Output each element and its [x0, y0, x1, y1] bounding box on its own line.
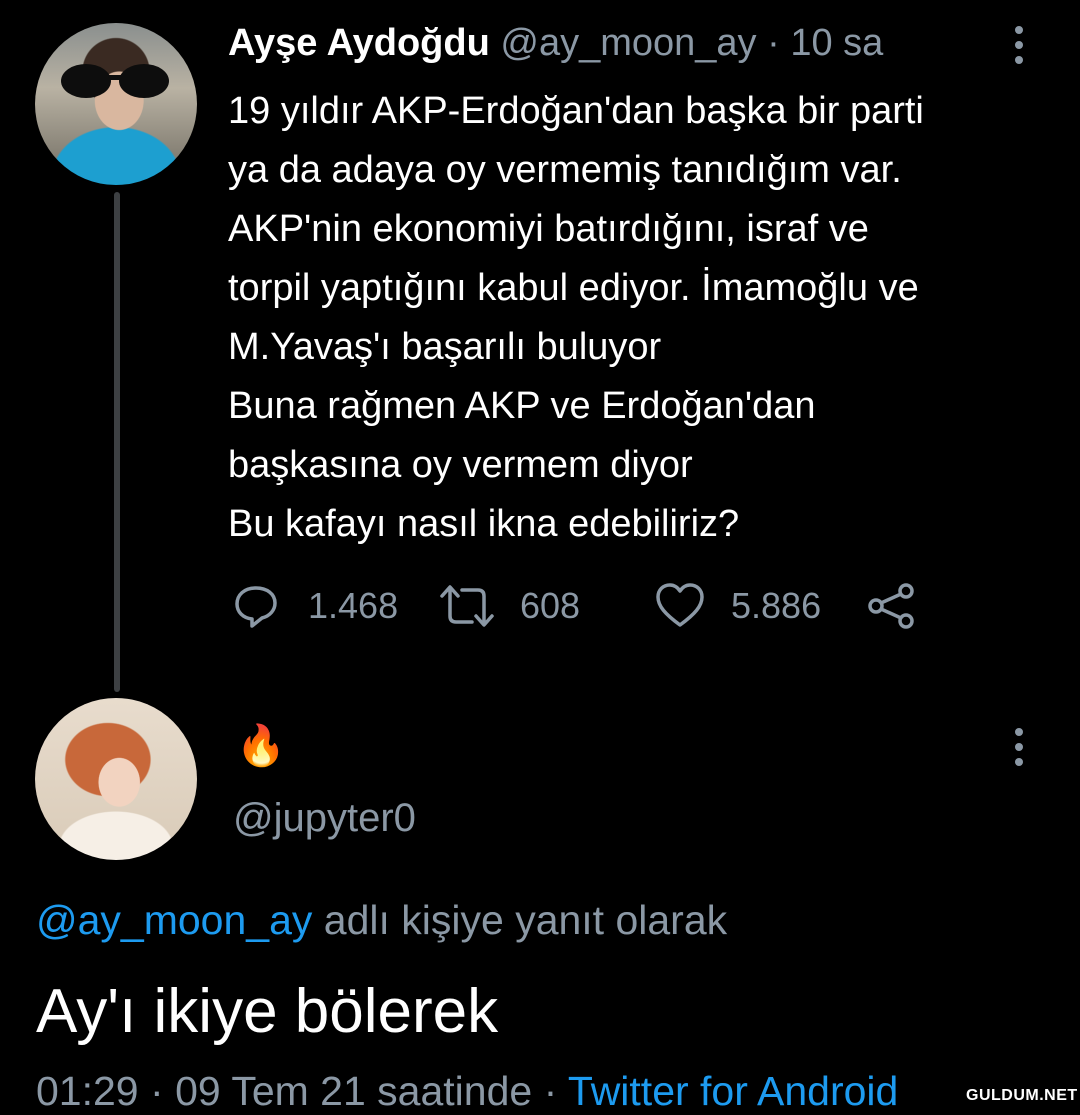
- tweet-header: Ayşe Aydoğdu @ay_moon_ay · 10 sa: [228, 22, 883, 65]
- header-separator: ·: [767, 22, 780, 64]
- tweet-text-line: Bu kafayı nasıl ikna edebiliriz?: [228, 503, 740, 545]
- like-action[interactable]: 5.886: [655, 578, 821, 634]
- reply-author-avatar[interactable]: [35, 698, 197, 860]
- reply-display-name-fire-emoji[interactable]: 🔥: [236, 722, 286, 769]
- tweet-text-line: 19 yıldır AKP-Erdoğan'dan başka bir part…: [228, 90, 924, 132]
- watermark: GULDUM.NET: [966, 1087, 1078, 1104]
- sunglasses-graphic: [61, 64, 169, 98]
- like-count: 5.886: [731, 585, 822, 626]
- reply-author-handle[interactable]: @jupyter0: [233, 796, 416, 841]
- tweet-text-line: AKP'nin ekonomiyi batırdığını, israf ve: [228, 208, 869, 250]
- reply-count: 1.468: [308, 585, 399, 626]
- retweet-action[interactable]: 608: [438, 578, 580, 634]
- author-name[interactable]: Ayşe Aydoğdu: [228, 22, 490, 64]
- more-vertical-icon[interactable]: [1015, 26, 1025, 71]
- thread-connector-line: [114, 192, 120, 692]
- reply-time[interactable]: 01:29: [36, 1068, 139, 1114]
- author-handle[interactable]: @ay_moon_ay: [500, 22, 756, 64]
- tweet-time-ago[interactable]: 10 sa: [790, 22, 883, 64]
- heart-icon: [656, 583, 704, 627]
- meta-separator: ·: [150, 1068, 164, 1114]
- reply-to-handle-link[interactable]: @ay_moon_ay: [36, 897, 312, 943]
- reply-source-link[interactable]: Twitter for Android: [568, 1068, 898, 1114]
- reply-context: @ay_moon_ay adlı kişiye yanıt olarak: [36, 897, 727, 944]
- tweet-text-line: Buna rağmen AKP ve Erdoğan'dan: [228, 385, 816, 427]
- tweet-text-line: başkasına oy vermem diyor: [228, 444, 693, 486]
- tweet-text-line: M.Yavaş'ı başarılı buluyor: [228, 326, 662, 368]
- retweet-count: 608: [520, 585, 581, 626]
- reply-action[interactable]: 1.468: [232, 578, 398, 634]
- meta-separator: ·: [543, 1068, 558, 1114]
- reply-text: Ay'ı ikiye bölerek: [36, 977, 499, 1046]
- retweet-icon: [440, 585, 494, 627]
- reply-bubble-icon: [235, 586, 277, 628]
- reply-date[interactable]: 09 Tem 21 saatinde: [175, 1068, 532, 1114]
- tweet-text-line: ya da adaya oy vermemiş tanıdığım var.: [228, 149, 902, 191]
- author-avatar[interactable]: [35, 23, 197, 185]
- tweet-text-line: torpil yaptığını kabul ediyor. İmamoğlu …: [228, 267, 919, 309]
- share-action[interactable]: [866, 578, 916, 634]
- reply-to-suffix: adlı kişiye yanıt olarak: [312, 897, 728, 943]
- reply-meta: 01:29 · 09 Tem 21 saatinde · Twitter for…: [36, 1068, 898, 1115]
- share-icon: [868, 583, 914, 629]
- more-vertical-icon[interactable]: [1015, 728, 1025, 773]
- tweet-text: 19 yıldır AKP-Erdoğan'dan başka bir part…: [228, 82, 1048, 554]
